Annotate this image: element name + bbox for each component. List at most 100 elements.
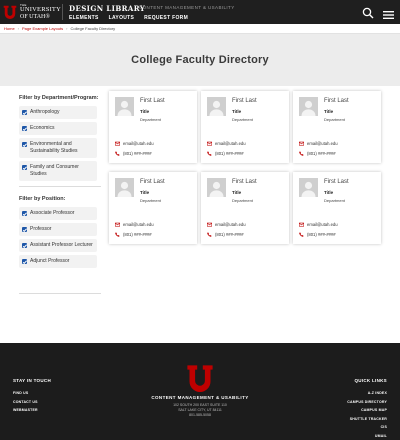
faculty-title: Title — [140, 109, 150, 114]
faculty-phone[interactable]: (801) ###-#### — [207, 232, 244, 237]
faculty-phone[interactable]: (801) ###-#### — [299, 151, 336, 156]
faculty-email[interactable]: email@utah.edu — [115, 222, 154, 227]
checkbox-checked[interactable] — [22, 211, 27, 216]
checkbox-checked[interactable] — [22, 243, 27, 248]
phone-icon — [207, 151, 212, 156]
faculty-name[interactable]: First Last — [140, 98, 165, 104]
faculty-department: Department — [324, 198, 345, 203]
faculty-title: Title — [232, 109, 242, 114]
faculty-title: Title — [232, 190, 242, 195]
envelope-icon — [207, 141, 212, 146]
breadcrumb-current: College Faculty Directory — [70, 26, 116, 31]
search-icon[interactable] — [362, 6, 374, 19]
faculty-title: Title — [324, 190, 334, 195]
position-filter-list: Associate Professor Professor Assistant … — [19, 207, 101, 268]
email-text: email@utah.edu — [307, 222, 338, 227]
quick-links-heading: QUICK LINKS — [354, 378, 387, 383]
phone-icon — [299, 232, 304, 237]
avatar-placeholder-icon — [299, 178, 318, 197]
position-filter-option[interactable]: Adjunct Professor — [19, 255, 97, 268]
breadcrumb-separator: › — [17, 26, 20, 31]
block-u-icon[interactable] — [186, 364, 214, 392]
faculty-department: Department — [232, 198, 253, 203]
breadcrumb-layouts[interactable]: Page Example Layouts — [22, 26, 63, 31]
footer-link-az-index[interactable]: A-Z INDEX — [347, 389, 387, 398]
faculty-name[interactable]: First Last — [140, 179, 165, 185]
nav-layouts[interactable]: LAYOUTS — [109, 15, 135, 21]
faculty-email[interactable]: email@utah.edu — [115, 141, 154, 146]
breadcrumb-separator: › — [66, 26, 68, 31]
email-text: email@utah.edu — [215, 222, 246, 227]
phone-text: (801) ###-#### — [123, 151, 152, 156]
faculty-phone[interactable]: (801) ###-#### — [299, 232, 336, 237]
position-filter-option[interactable]: Professor — [19, 223, 97, 236]
department-filter-option[interactable]: Anthropology — [19, 106, 97, 119]
site-title[interactable]: DESIGN LIBRARY — [69, 4, 145, 13]
envelope-icon — [115, 141, 120, 146]
stay-in-touch-heading: STAY IN TOUCH — [13, 378, 51, 383]
checkbox-checked[interactable] — [22, 227, 27, 232]
email-text: email@utah.edu — [123, 141, 154, 146]
filter-divider — [19, 186, 101, 187]
envelope-icon — [207, 222, 212, 227]
filter-option-label: Associate Professor — [30, 210, 75, 216]
faculty-phone[interactable]: (801) ###-#### — [207, 151, 244, 156]
faculty-phone[interactable]: (801) ###-#### — [115, 232, 152, 237]
faculty-name[interactable]: First Last — [232, 98, 257, 104]
faculty-email[interactable]: email@utah.edu — [299, 141, 338, 146]
footer-link-shuttle-tracker[interactable]: SHUTTLE TRACKER — [347, 415, 387, 424]
breadcrumb-home[interactable]: Home — [4, 26, 15, 31]
position-filter-option[interactable]: Associate Professor — [19, 207, 97, 220]
filter-divider — [19, 293, 101, 294]
checkbox-checked[interactable] — [22, 110, 27, 115]
nav-elements[interactable]: ELEMENTS — [69, 15, 99, 21]
faculty-phone[interactable]: (801) ###-#### — [115, 151, 152, 156]
faculty-card[interactable]: First Last Title Department email@utah.e… — [109, 91, 197, 163]
faculty-email[interactable]: email@utah.edu — [299, 222, 338, 227]
filter-sidebar: Filter by Department/Program: Anthropolo… — [19, 94, 101, 271]
envelope-icon — [299, 222, 304, 227]
department-filter-option[interactable]: Economics — [19, 122, 97, 135]
position-filter-option[interactable]: Assistant Professor Lecturer — [19, 239, 97, 252]
checkbox-checked[interactable] — [22, 142, 27, 147]
faculty-name[interactable]: First Last — [324, 179, 349, 185]
phone-text: (801) ###-#### — [307, 151, 336, 156]
filter-option-label: Professor — [30, 226, 52, 232]
nav-request-form[interactable]: REQUEST FORM — [144, 15, 188, 21]
footer-link-cis[interactable]: CIS — [347, 423, 387, 432]
envelope-icon — [115, 222, 120, 227]
faculty-email[interactable]: email@utah.edu — [207, 222, 246, 227]
faculty-email[interactable]: email@utah.edu — [207, 141, 246, 146]
quick-links-list: A-Z INDEX CAMPUS DIRECTORY CAMPUS MAP SH… — [347, 389, 387, 440]
avatar-placeholder-icon — [299, 97, 318, 116]
phone-text: (801) ###-#### — [215, 151, 244, 156]
faculty-card[interactable]: First Last Title Department email@utah.e… — [109, 172, 197, 244]
faculty-card[interactable]: First Last Title Department email@utah.e… — [201, 91, 289, 163]
university-logo[interactable]: THE UNIVERSITY OF UTAH® — [3, 3, 61, 21]
faculty-card[interactable]: First Last Title Department email@utah.e… — [293, 91, 381, 163]
department-filter-option[interactable]: Environmental and Sustainability Studies — [19, 138, 97, 158]
faculty-name[interactable]: First Last — [232, 179, 257, 185]
avatar-placeholder-icon — [115, 178, 134, 197]
checkbox-checked[interactable] — [22, 165, 27, 170]
footer-link-umail[interactable]: UMAIL — [347, 432, 387, 440]
address-phone[interactable]: 801-585-5058 — [0, 413, 400, 418]
phone-text: (801) ###-#### — [123, 232, 152, 237]
faculty-card[interactable]: First Last Title Department email@utah.e… — [201, 172, 289, 244]
checkbox-checked[interactable] — [22, 259, 27, 264]
phone-text: (801) ###-#### — [307, 232, 336, 237]
footer-link-campus-map[interactable]: CAMPUS MAP — [347, 406, 387, 415]
checkbox-checked[interactable] — [22, 126, 27, 131]
faculty-department: Department — [140, 198, 161, 203]
position-filter-heading: Filter by Position: — [19, 196, 66, 202]
footer-link-campus-directory[interactable]: CAMPUS DIRECTORY — [347, 398, 387, 407]
faculty-name[interactable]: First Last — [324, 98, 349, 104]
avatar-placeholder-icon — [207, 178, 226, 197]
hamburger-menu-icon[interactable] — [383, 7, 394, 19]
department-filter-option[interactable]: Family and Consumer Studies — [19, 161, 97, 181]
filter-option-label: Family and Consumer Studies — [30, 164, 79, 177]
avatar-placeholder-icon — [115, 97, 134, 116]
block-u-icon — [3, 5, 17, 19]
phone-icon — [115, 151, 120, 156]
faculty-card[interactable]: First Last Title Department email@utah.e… — [293, 172, 381, 244]
